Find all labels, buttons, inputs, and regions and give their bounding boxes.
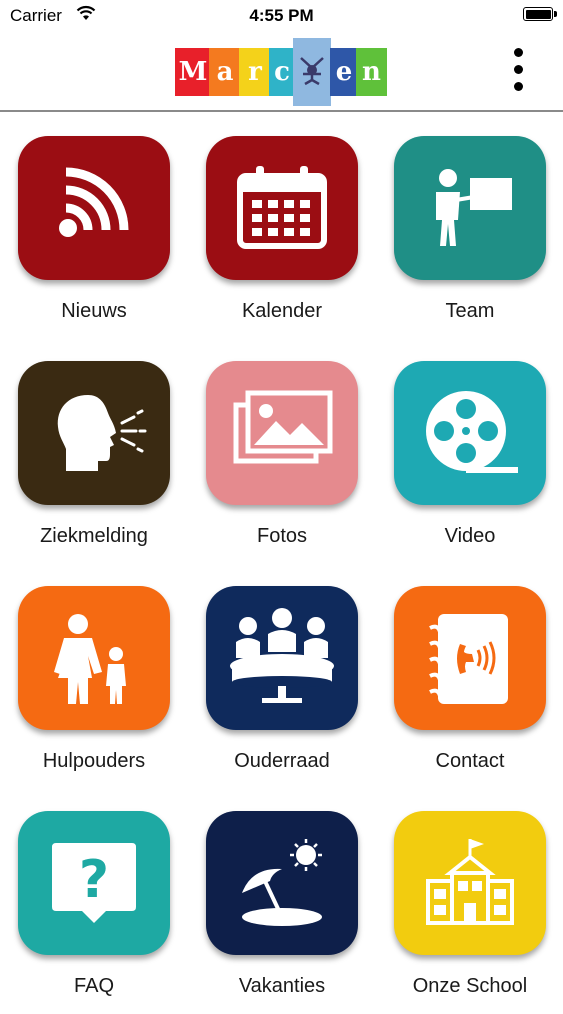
tile-faq[interactable]: ? FAQ <box>0 789 188 1014</box>
school-building-icon <box>394 811 546 955</box>
clock: 4:55 PM <box>249 6 314 25</box>
teacher-icon <box>394 136 546 280</box>
tile-label: Kalender <box>241 300 323 322</box>
rss-icon <box>18 136 170 280</box>
menu-dot-icon <box>513 81 523 91</box>
app-header: M a r c e n <box>0 32 563 112</box>
tile-contact[interactable]: Contact <box>376 564 563 789</box>
tile-nieuws[interactable]: Nieuws <box>0 114 188 339</box>
svg-text:?: ? <box>79 850 109 910</box>
tile-label: Nieuws <box>61 300 127 322</box>
logo-letter-c: c <box>269 48 295 96</box>
menu-dot-icon <box>513 47 523 57</box>
tile-team[interactable]: Team <box>376 114 563 339</box>
tile-fotos[interactable]: Fotos <box>188 339 376 564</box>
status-bar: Carrier 4:55 PM <box>0 0 563 32</box>
tile-label: Ziekmelding <box>40 525 148 547</box>
tile-vakanties[interactable]: Vakanties <box>188 789 376 1014</box>
parent-child-icon <box>18 586 170 730</box>
photos-icon <box>206 361 358 505</box>
logo-letter-r: r <box>239 48 271 96</box>
tile-label: Hulpouders <box>42 750 146 772</box>
meeting-table-icon <box>206 586 358 730</box>
tile-label: FAQ <box>73 975 114 997</box>
beach-umbrella-icon <box>206 811 358 955</box>
tile-ziekmelding[interactable]: Ziekmelding <box>0 339 188 564</box>
calendar-icon <box>206 136 358 280</box>
tile-label: Onze School <box>412 975 528 997</box>
battery-icon <box>523 7 557 21</box>
logo-emblem <box>293 38 331 106</box>
tile-label: Team <box>445 300 495 322</box>
logo-letter-a: a <box>209 48 241 96</box>
question-bubble-icon: ? <box>18 811 170 955</box>
logo-letter-m: M <box>175 48 211 96</box>
address-book-phone-icon <box>394 586 546 730</box>
tile-label: Contact <box>435 750 505 772</box>
tile-ouderraad[interactable]: Ouderraad <box>188 564 376 789</box>
tile-label: Ouderraad <box>234 750 330 772</box>
film-reel-icon <box>394 361 546 505</box>
tile-label: Video <box>444 525 496 547</box>
tile-onze-school[interactable]: Onze School <box>376 789 563 1014</box>
logo-letter-n: n <box>356 48 387 96</box>
speaking-head-icon <box>18 361 170 505</box>
tile-hulpouders[interactable]: Hulpouders <box>0 564 188 789</box>
logo-letter-e: e <box>330 48 358 96</box>
more-menu-button[interactable] <box>503 44 533 94</box>
app-logo[interactable]: M a r c e n <box>175 38 387 106</box>
menu-dot-icon <box>513 64 523 74</box>
tile-label: Vakanties <box>238 975 326 997</box>
tile-kalender[interactable]: Kalender <box>188 114 376 339</box>
tile-video[interactable]: Video <box>376 339 563 564</box>
tile-label: Fotos <box>256 525 308 547</box>
